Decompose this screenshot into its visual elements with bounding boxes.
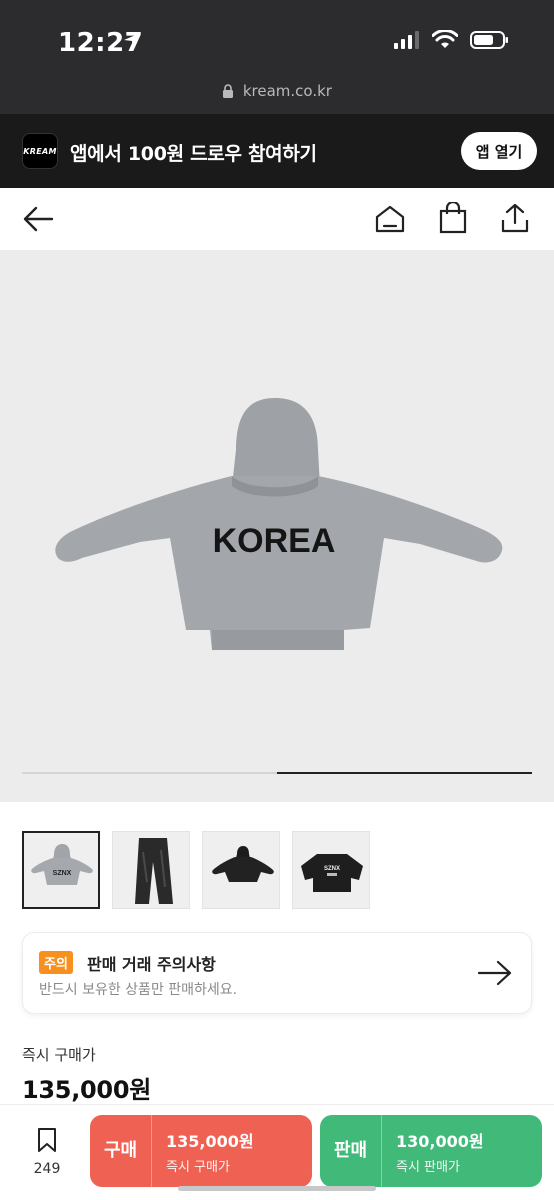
cellular-signal-icon [394,31,419,49]
product-image-carousel[interactable]: KOREA [0,250,554,802]
carousel-progress-track [22,772,532,774]
back-arrow-icon[interactable] [22,205,54,233]
sell-sub-label: 즉시 판매가 [396,1159,460,1175]
wish-button[interactable]: 249 [28,1127,66,1177]
instant-buy-price-label: 즉시 구매가 [22,1046,96,1064]
home-icon[interactable] [374,204,406,234]
status-bar: 12:27 [0,0,554,76]
black-pants-thumb [135,838,173,904]
wish-count: 249 [33,1161,61,1177]
grey-hoodie-thumb: SZNX [31,844,93,885]
share-icon[interactable] [500,202,530,234]
sweatshirt-print-text: SZNX [324,866,340,872]
thumbnail-black-sweatshirt[interactable]: SZNX [292,831,370,909]
thumbnail-grey-hoodie[interactable]: SZNX [22,831,100,909]
kream-logo: KREAM [22,133,58,169]
sell-notice-card[interactable]: 주의 판매 거래 주의사항 반드시 보유한 상품만 판매하세요. [22,932,532,1014]
top-navigation [0,188,554,250]
shopping-bag-icon[interactable] [438,202,468,234]
notice-title: 판매 거래 주의사항 [87,955,216,974]
buy-price: 135,000원 [166,1131,254,1151]
wifi-icon [432,30,458,48]
thumbnail-black-hoodie[interactable] [202,831,280,909]
hoodie-print-text: KOREA [213,522,336,560]
buy-label: 구매 [90,1115,152,1187]
hoodie-image: KOREA [55,398,503,650]
thumbnail-black-pants[interactable] [112,831,190,909]
url-text: kream.co.kr [242,82,332,100]
black-sweatshirt-thumb: SZNX [301,854,363,892]
notice-badge: 주의 [39,951,73,974]
open-app-button[interactable]: 앱 열기 [461,132,537,170]
lock-icon [223,84,234,98]
battery-icon [470,31,508,49]
status-indicators [394,30,510,50]
home-indicator [178,1186,376,1191]
carousel-progress-fill [277,772,532,774]
buy-sub-label: 즉시 구매가 [166,1159,230,1175]
bookmark-icon [38,1128,56,1152]
app-download-banner: KREAM 앱에서 100원 드로우 참여하기 앱 열기 [0,114,554,188]
browser-url-bar[interactable]: kream.co.kr [0,76,554,114]
location-arrow-icon [124,33,140,49]
sell-button[interactable]: 판매 130,000원 즉시 판매가 [320,1115,542,1187]
sell-label: 판매 [320,1115,382,1187]
thumb-print-text: SZNX [53,870,72,877]
thumbnail-strip: SZNX SZNX [22,831,370,911]
arrow-right-icon [477,960,512,986]
buy-button[interactable]: 구매 135,000원 즉시 구매가 [90,1115,312,1187]
banner-message: 앱에서 100원 드로우 참여하기 [70,143,317,165]
notice-subtitle: 반드시 보유한 상품만 판매하세요. [39,982,238,998]
sell-price: 130,000원 [396,1131,484,1151]
black-hoodie-thumb [212,846,274,882]
instant-buy-price-value: 135,000원 [22,1076,151,1104]
